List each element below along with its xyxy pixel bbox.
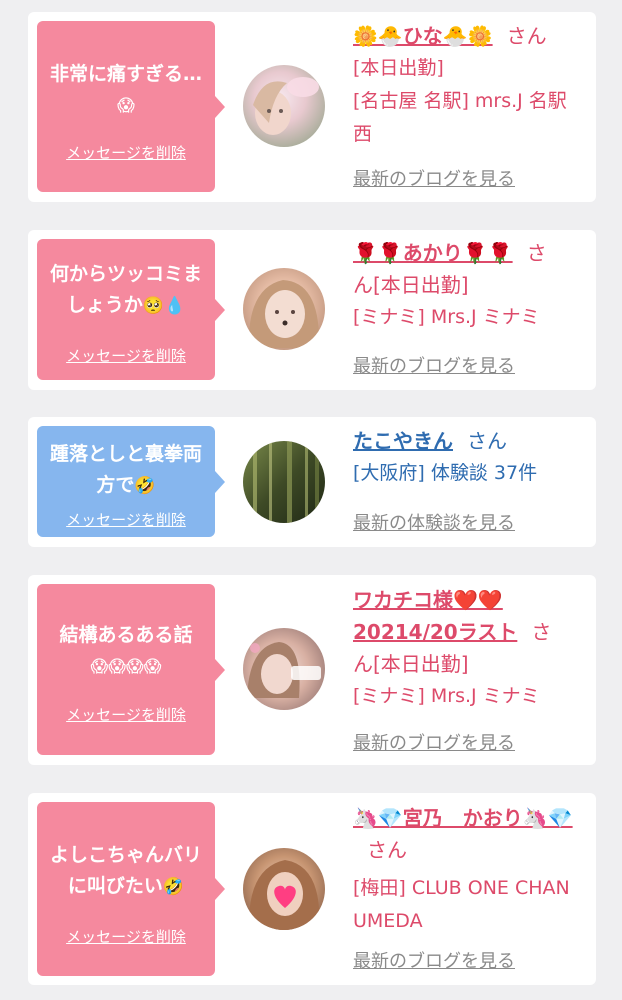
avatar[interactable] bbox=[243, 65, 325, 147]
reviewer-name-link[interactable]: たこやきん bbox=[353, 429, 453, 453]
latest-blog-link[interactable]: 最新のブログを見る bbox=[353, 729, 515, 755]
avatar[interactable] bbox=[243, 441, 325, 523]
honorific: さん bbox=[467, 429, 507, 453]
cast-name-link[interactable]: 🦄💎宮乃 かおり🦄💎 bbox=[353, 806, 573, 830]
honorific: さん bbox=[367, 838, 407, 862]
delete-message-link[interactable]: メッセージを削除 bbox=[37, 509, 215, 530]
latest-blog-link[interactable]: 最新のブログを見る bbox=[353, 947, 515, 973]
delete-message-link[interactable]: メッセージを削除 bbox=[37, 704, 215, 725]
honorific: さ bbox=[526, 241, 547, 265]
cast-info: たこやきん さん [大阪府] 体験談 37件 bbox=[353, 425, 585, 490]
delete-message-link[interactable]: メッセージを削除 bbox=[37, 926, 215, 947]
cast-info: 🦄💎宮乃 かおり🦄💎 さん [梅田] CLUB ONE CHAN UMEDA bbox=[353, 802, 585, 938]
shop-name: [名古屋 名駅] mrs.J 名駅西 bbox=[353, 90, 567, 145]
rofl-emoji-icon: 🤣 bbox=[134, 476, 156, 496]
message-bubble: よしこちゃんバリに叫びたい🤣 メッセージを削除 bbox=[37, 802, 225, 976]
avatar[interactable] bbox=[243, 848, 325, 930]
message-card: 非常に痛すぎる… 😱 メッセージを削除 🌼🐣ひな🐣🌼 さん [本日出勤] [名古… bbox=[28, 12, 596, 202]
message-text: 何からツッコミましょうか🥺💧 bbox=[45, 259, 207, 322]
honorific: さ bbox=[531, 620, 552, 644]
cast-info: 🌼🐣ひな🐣🌼 さん [本日出勤] [名古屋 名駅] mrs.J 名駅西 bbox=[353, 20, 585, 151]
latest-blog-link[interactable]: 最新のブログを見る bbox=[353, 352, 515, 378]
message-bubble: 結構あるある話😱😱😱😱 メッセージを削除 bbox=[37, 584, 225, 755]
shop-name: [梅田] CLUB ONE CHAN UMEDA bbox=[353, 877, 570, 932]
review-count: [大阪府] 体験談 37件 bbox=[353, 462, 538, 484]
cast-info: ワカチコ様❤️❤️20214/20ラストさん[本日出勤] [ミナミ] Mrs.J… bbox=[353, 584, 585, 713]
message-card: 何からツッコミましょうか🥺💧 メッセージを削除 🌹🌹あかり🌹🌹 さん[本日出勤] bbox=[28, 230, 596, 390]
honorific-continued-status: ん[本日出勤] bbox=[353, 273, 469, 297]
latest-review-link[interactable]: 最新の体験談を見る bbox=[353, 509, 515, 535]
latest-blog-link[interactable]: 最新のブログを見る bbox=[353, 165, 515, 191]
message-card: よしこちゃんバリに叫びたい🤣 メッセージを削除 🦄💎宮乃 かおり🦄💎 さん [梅田… bbox=[28, 793, 596, 985]
message-card: 踵落としと裏拳両方で🤣 メッセージを削除 たこやきん さん [大阪府] 体験談 3… bbox=[28, 417, 596, 547]
reviewer-name-line: たこやきん さん bbox=[353, 425, 585, 457]
message-text: 非常に痛すぎる… 😱 bbox=[45, 59, 207, 122]
cast-name-line: 🌹🌹あかり🌹🌹 さん[本日出勤] bbox=[353, 237, 585, 301]
rofl-emoji-icon: 🤣 bbox=[162, 877, 185, 897]
delete-message-link[interactable]: メッセージを削除 bbox=[37, 142, 215, 163]
message-card: 結構あるある話😱😱😱😱 メッセージを削除 ワカチコ様❤️❤️20214/20ラス… bbox=[28, 575, 596, 765]
message-text: よしこちゃんバリに叫びたい🤣 bbox=[45, 840, 207, 903]
honorific-continued-status: ん[本日出勤] bbox=[353, 652, 469, 676]
avatar[interactable] bbox=[243, 268, 325, 350]
cast-name-link[interactable]: ワカチコ様❤️❤️20214/20ラスト bbox=[353, 588, 517, 644]
message-bubble: 何からツッコミましょうか🥺💧 メッセージを削除 bbox=[37, 239, 225, 380]
cast-info: 🌹🌹あかり🌹🌹 さん[本日出勤] [ミナミ] Mrs.J ミナミ bbox=[353, 237, 585, 334]
message-text: 踵落としと裏拳両方で🤣 bbox=[45, 439, 207, 502]
scream-emoji-icon: 😱 bbox=[117, 96, 135, 116]
shop-name: [ミナミ] Mrs.J ミナミ bbox=[353, 306, 540, 328]
cast-name-line: 🌼🐣ひな🐣🌼 さん bbox=[353, 20, 585, 52]
message-bubble: 非常に痛すぎる… 😱 メッセージを削除 bbox=[37, 21, 225, 192]
message-bubble: 踵落としと裏拳両方で🤣 メッセージを削除 bbox=[37, 426, 225, 537]
cast-name-link[interactable]: 🌹🌹あかり🌹🌹 bbox=[353, 241, 513, 265]
message-text: 結構あるある話😱😱😱😱 bbox=[45, 620, 207, 683]
work-status: [本日出勤] bbox=[353, 57, 444, 79]
shop-name: [ミナミ] Mrs.J ミナミ bbox=[353, 685, 540, 707]
cast-name-link[interactable]: 🌼🐣ひな🐣🌼 bbox=[353, 24, 493, 48]
honorific: さん bbox=[506, 24, 547, 48]
scream-emoji-icon: 😱😱😱😱 bbox=[90, 657, 162, 677]
cast-name-line: 🦄💎宮乃 かおり🦄💎 さん bbox=[353, 802, 585, 866]
delete-message-link[interactable]: メッセージを削除 bbox=[37, 345, 215, 366]
avatar[interactable] bbox=[243, 628, 325, 710]
pleading-droplet-emoji-icon: 🥺💧 bbox=[142, 296, 186, 316]
cast-name-line: ワカチコ様❤️❤️20214/20ラストさん[本日出勤] bbox=[353, 584, 585, 680]
